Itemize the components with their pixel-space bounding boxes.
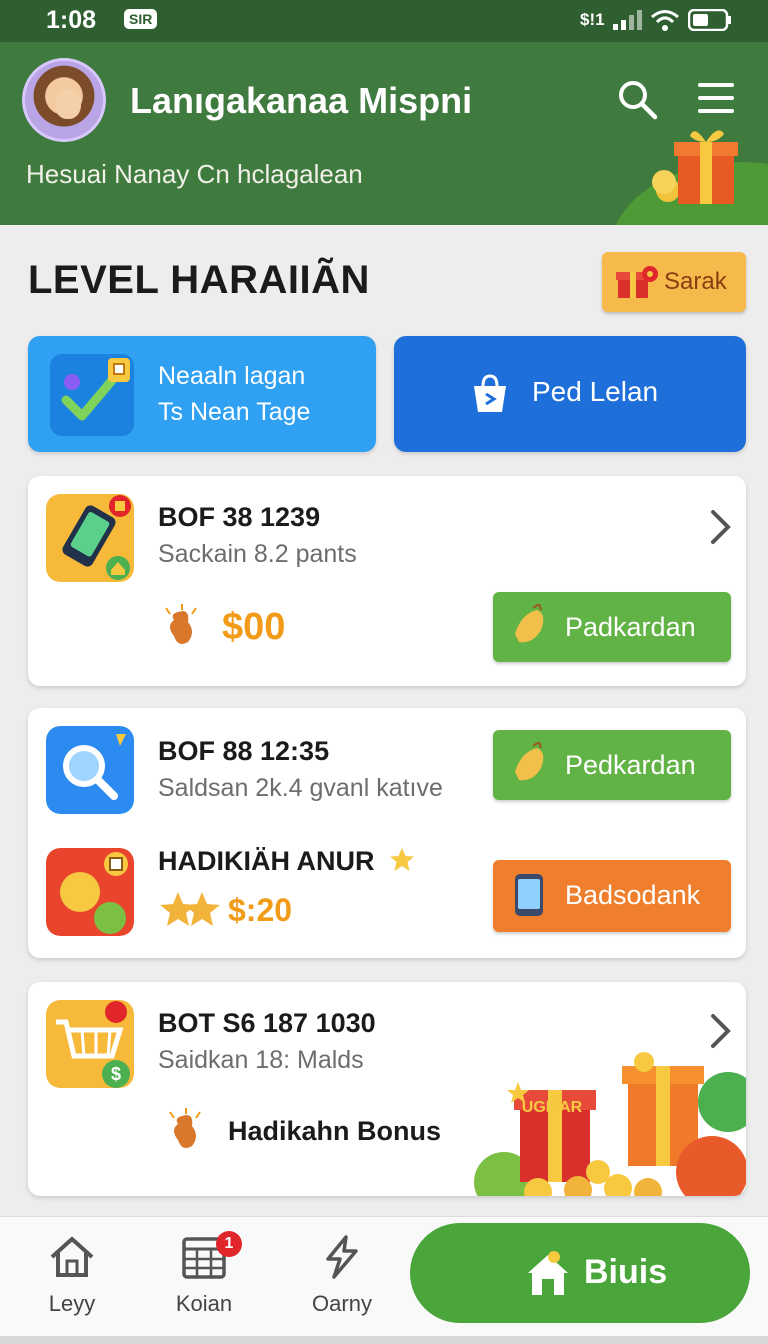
phone-icon: [515, 874, 543, 916]
search-app-icon: [46, 726, 134, 814]
padkardan-button[interactable]: Padkardan: [493, 592, 731, 662]
card-subtitle: Saidkan 18: Malds: [158, 1046, 364, 1074]
status-bar: 1:08 SIR $!1: [0, 0, 768, 42]
wifi-icon: [651, 10, 679, 31]
sarak-label: Sarak: [664, 268, 727, 295]
star-icon: [390, 848, 414, 871]
nav-item-leyy[interactable]: Leyy: [22, 1217, 122, 1327]
reward-amount: $00: [222, 606, 286, 648]
avatar[interactable]: [22, 58, 106, 142]
page-title: Lanıgakanaa Mispni: [130, 80, 473, 121]
bonus-label: Hadikahn Bonus: [228, 1116, 442, 1146]
status-time: 1:08: [46, 6, 97, 34]
peanut-hand-icon: [515, 742, 544, 781]
pedkardan-button[interactable]: Pedkardan: [493, 730, 731, 800]
phone-app-icon: [46, 494, 134, 582]
bius-button[interactable]: Biuis: [410, 1223, 750, 1323]
nav-label: Oarny: [312, 1291, 372, 1316]
tile-tasks[interactable]: Neaaln lagan Ts Nean Tage: [28, 336, 376, 452]
card-title: BOF 88 12:35: [158, 736, 330, 766]
cart-app-icon: $: [46, 1000, 134, 1088]
chevron-right-icon[interactable]: [708, 508, 734, 546]
notification-badge: 1: [216, 1231, 242, 1257]
badsodank-button[interactable]: Badsodank: [493, 860, 731, 932]
svg-text:$: $: [111, 1064, 121, 1084]
home-indicator: [0, 1336, 768, 1344]
tile-ped-lelan[interactable]: Ped Lelan: [394, 336, 746, 452]
stars-icon: [160, 892, 220, 926]
nav-item-koian[interactable]: Koian: [154, 1217, 254, 1327]
card-subtitle-bold: HADIKIÄH ANUR: [158, 846, 375, 876]
shopping-bag-icon: [474, 374, 506, 412]
sarak-button[interactable]: Sarak: [602, 252, 746, 312]
task-card[interactable]: BOF 38 1239 Sackain 8.2 pants $00 Padkar…: [28, 476, 746, 686]
bottom-nav: Leyy Koian 1 Oarny Biuis: [0, 1216, 768, 1344]
nav-item-oarny[interactable]: Oarny: [292, 1217, 392, 1327]
home-icon: [50, 1237, 94, 1277]
peanut-icon: [169, 1108, 201, 1148]
nav-label: Leyy: [48, 1291, 96, 1316]
tile-label: Ped Lelan: [532, 376, 659, 407]
lightning-icon: [326, 1235, 358, 1279]
menu-icon[interactable]: [696, 80, 736, 116]
gift-icon: [616, 266, 658, 298]
task-card[interactable]: BOF 88 12:35 Saldsan 2k.4 gvanl katıve P…: [28, 708, 746, 958]
peanut-hand-icon: [515, 604, 544, 643]
button-label: Padkardan: [565, 612, 696, 642]
network-label: $!1: [580, 10, 605, 29]
section-title: LEVEL HARAIIÃN: [28, 258, 370, 302]
reward-amount: $:20: [228, 892, 293, 928]
signal-icon: [613, 10, 642, 30]
nav-label: Koian: [175, 1291, 233, 1316]
card-title: BOF 38 1239: [158, 502, 321, 532]
gift-label: UGMAR: [522, 1099, 583, 1116]
card-subtitle: Saldsan 2k.4 gvanl katıve: [158, 774, 443, 802]
battery-icon: [688, 9, 731, 31]
button-label: Pedkardan: [565, 750, 696, 780]
sim-badge: SIR: [124, 9, 158, 29]
bius-label: Biuis: [584, 1253, 668, 1291]
app-header: Lanıgakanaa Mispni Hesuai Nanay Cn hclag…: [0, 42, 768, 225]
card-title: BOT S6 187 1030: [158, 1008, 376, 1038]
food-app-icon: [46, 848, 134, 936]
card-subtitle: Sackain 8.2 pants: [158, 540, 357, 568]
search-icon[interactable]: [616, 78, 658, 120]
tile-line2: Ts Nean Tage: [158, 398, 311, 426]
house-icon: [528, 1251, 568, 1295]
tile-line1: Neaaln lagan: [158, 362, 306, 390]
task-card[interactable]: $ BOT S6 187 1030 Saidkan 18: Malds Hadi…: [28, 982, 746, 1196]
peanut-icon: [165, 604, 197, 644]
checklist-icon: [50, 354, 134, 436]
button-label: Badsodank: [565, 880, 701, 910]
page-subtitle: Hesuai Nanay Cn hclagalean: [26, 159, 363, 189]
gift-pile-illustration: UGMAR: [474, 1052, 746, 1196]
gift-icon: [652, 130, 738, 204]
